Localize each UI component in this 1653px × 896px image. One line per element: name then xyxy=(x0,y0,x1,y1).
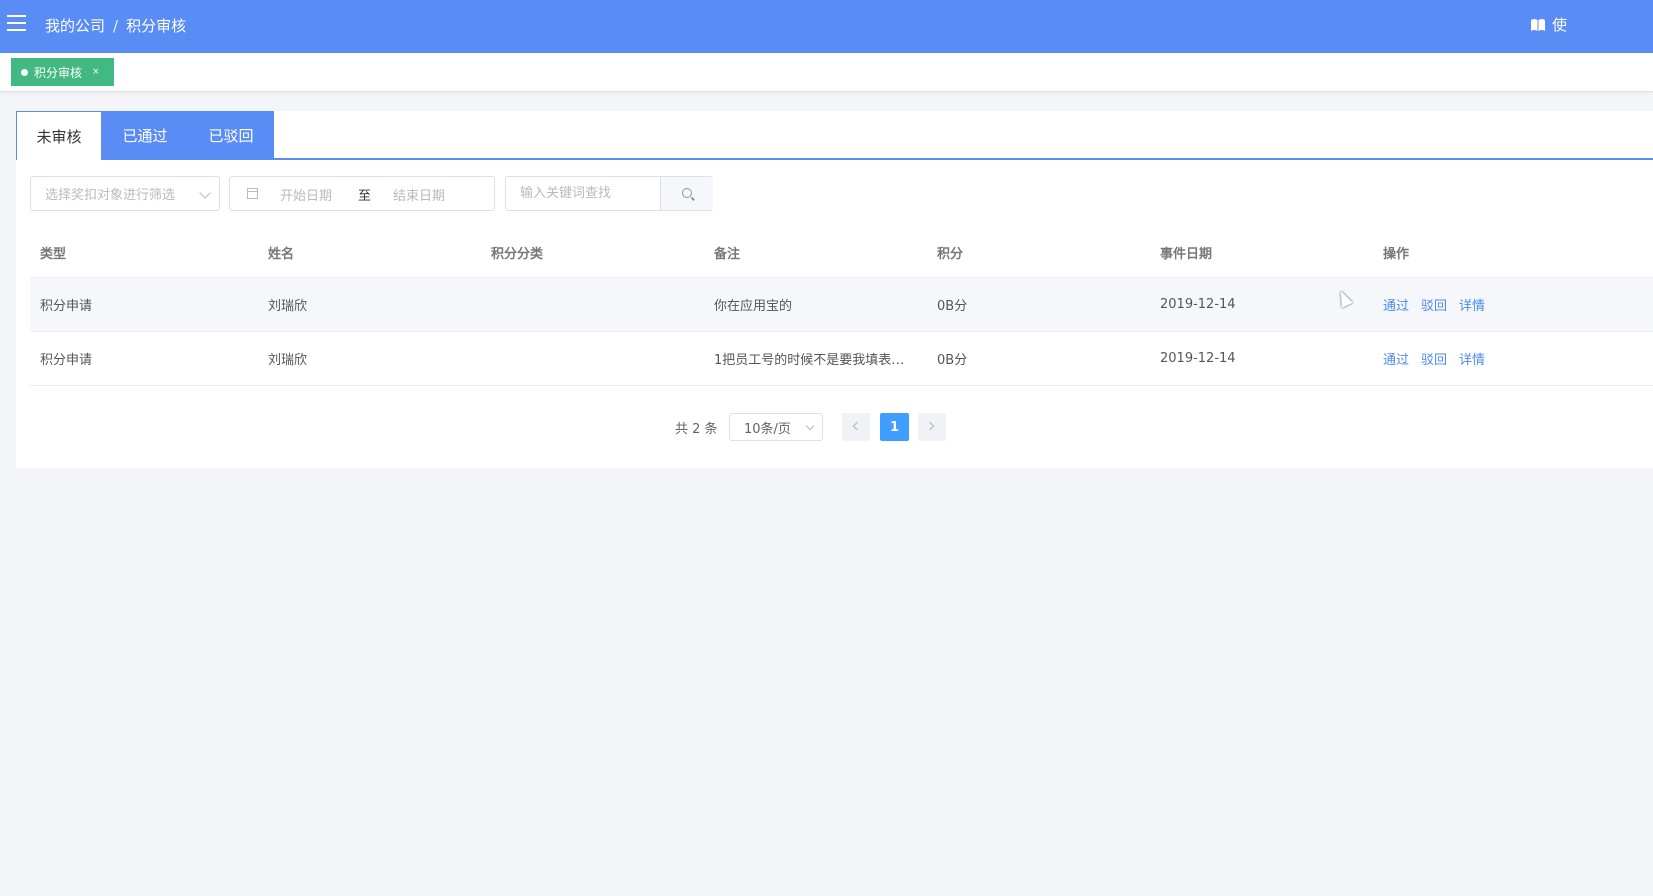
date-range-picker[interactable]: 开始日期 至 结束日期 xyxy=(229,176,495,211)
breadcrumb: 我的公司 / 积分审核 xyxy=(45,15,186,36)
column-header-points: 积分 xyxy=(927,229,1150,278)
cell-type: 积分申请 xyxy=(30,331,258,386)
tab-rejected[interactable]: 已驳回 xyxy=(188,111,274,159)
column-header-type: 类型 xyxy=(30,229,258,278)
column-header-date: 事件日期 xyxy=(1150,229,1373,278)
cell-points: 0B分 xyxy=(927,331,1150,386)
tab-approved[interactable]: 已通过 xyxy=(102,111,188,159)
calendar-icon xyxy=(247,188,258,199)
tag-label: 积分审核 xyxy=(34,65,83,80)
review-table: 类型 姓名 积分分类 备注 积分 事件日期 操作 积分申请 刘瑞欣 你在应用宝的… xyxy=(30,229,1653,386)
reject-link[interactable]: 驳回 xyxy=(1421,299,1447,314)
search-button[interactable] xyxy=(660,177,713,210)
breadcrumb-separator: / xyxy=(113,17,119,35)
cell-points: 0B分 xyxy=(927,277,1150,332)
reject-link[interactable]: 驳回 xyxy=(1421,353,1447,368)
cell-category xyxy=(481,331,704,386)
target-filter-placeholder: 选择奖扣对象进行筛选 xyxy=(45,188,176,203)
review-panel: 未审核 已通过 已驳回 选择奖扣对象进行筛选 开始日期 至 结束日期 类型 姓名… xyxy=(16,111,1653,468)
search-icon xyxy=(682,188,692,198)
approve-link[interactable]: 通过 xyxy=(1383,299,1409,314)
cell-type: 积分申请 xyxy=(30,277,258,332)
table-row: 积分申请 刘瑞欣 1把员工号的时候不是要我填表… 0B分 2019-12-14 … xyxy=(30,331,1653,386)
chevron-left-icon xyxy=(852,421,862,431)
page-size-select[interactable]: 10条/页 xyxy=(729,413,823,441)
tag-points-review[interactable]: 积分审核 × xyxy=(11,58,114,86)
column-header-name: 姓名 xyxy=(258,229,481,278)
column-header-remark: 备注 xyxy=(704,229,927,278)
target-filter-select[interactable]: 选择奖扣对象进行筛选 xyxy=(30,176,220,211)
cell-name: 刘瑞欣 xyxy=(258,331,481,386)
next-page-button[interactable] xyxy=(918,413,946,441)
review-tabs: 未审核 已通过 已驳回 xyxy=(16,111,274,160)
cell-name: 刘瑞欣 xyxy=(258,277,481,332)
top-bar: 我的公司 / 积分审核 使 xyxy=(0,0,1653,53)
detail-link[interactable]: 详情 xyxy=(1459,299,1485,314)
manual-link[interactable]: 使 xyxy=(1530,14,1567,35)
detail-link[interactable]: 详情 xyxy=(1459,353,1485,368)
menu-toggle-icon[interactable] xyxy=(7,15,26,32)
book-icon xyxy=(1531,18,1545,31)
chevron-down-icon xyxy=(805,421,815,431)
manual-label: 使 xyxy=(1552,16,1568,34)
keyword-search xyxy=(505,176,713,211)
column-header-category: 积分分类 xyxy=(481,229,704,278)
cell-actions: 通过 驳回 详情 xyxy=(1373,277,1653,332)
keyword-input[interactable] xyxy=(506,177,660,210)
approve-link[interactable]: 通过 xyxy=(1383,353,1409,368)
pagination-total: 共 2 条 xyxy=(675,422,718,437)
table-row: 积分申请 刘瑞欣 你在应用宝的 0B分 2019-12-14 通过 驳回 详情 xyxy=(30,277,1653,332)
tag-close-icon[interactable]: × xyxy=(92,67,100,77)
cell-remark: 你在应用宝的 xyxy=(704,277,927,332)
cell-date: 2019-12-14 xyxy=(1150,331,1373,386)
table-header-row: 类型 姓名 积分分类 备注 积分 事件日期 操作 xyxy=(30,229,1653,278)
pagination: 共 2 条 10条/页 1 xyxy=(16,413,1653,441)
active-dot-icon xyxy=(21,68,28,76)
prev-page-button[interactable] xyxy=(842,413,870,441)
cell-remark: 1把员工号的时候不是要我填表… xyxy=(704,331,927,386)
chevron-right-icon xyxy=(925,421,935,431)
breadcrumb-home[interactable]: 我的公司 xyxy=(45,17,105,35)
date-range-separator: 至 xyxy=(358,189,372,204)
tab-pending[interactable]: 未审核 xyxy=(16,111,102,160)
tab-underline xyxy=(16,158,1653,160)
page-size-value: 10条/页 xyxy=(744,421,791,437)
cell-category xyxy=(481,277,704,332)
end-date-input[interactable]: 结束日期 xyxy=(393,185,445,204)
column-header-actions: 操作 xyxy=(1373,229,1653,278)
tags-bar: 积分审核 × xyxy=(0,53,1653,92)
start-date-input[interactable]: 开始日期 xyxy=(280,185,332,204)
page-number-1[interactable]: 1 xyxy=(880,413,909,441)
cell-actions: 通过 驳回 详情 xyxy=(1373,331,1653,386)
chevron-down-icon xyxy=(199,187,211,199)
breadcrumb-current: 积分审核 xyxy=(126,17,187,35)
